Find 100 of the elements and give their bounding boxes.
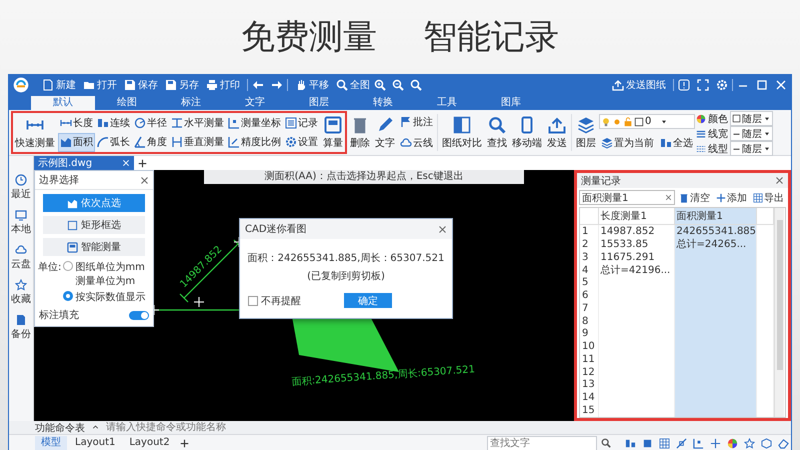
axes-icon[interactable] xyxy=(693,438,704,448)
snap-icon[interactable] xyxy=(676,438,687,448)
measure-tool-button[interactable]: 弧长 xyxy=(95,132,132,152)
zoom-in-icon[interactable] xyxy=(374,79,386,91)
record-action-button[interactable]: 导出 xyxy=(751,190,786,204)
record-action-button[interactable]: 清空 xyxy=(677,190,712,204)
ribbon-tab[interactable]: 图层 xyxy=(287,96,351,110)
text-button[interactable]: 文字 xyxy=(373,111,397,154)
ribbon-tab[interactable]: 默认 xyxy=(31,96,95,110)
layer-button[interactable]: 图层 xyxy=(574,111,598,154)
annotate-button[interactable]: 批注 xyxy=(398,114,435,130)
layout-tab[interactable]: Layout2 xyxy=(123,436,176,450)
record-name-field[interactable]: 面积测量1 xyxy=(579,190,675,205)
redo-icon[interactable] xyxy=(271,79,283,91)
measure-tool-button[interactable]: 角度 xyxy=(132,132,169,152)
scrollbar[interactable] xyxy=(774,208,784,417)
measure-tool-button[interactable]: 水平测量 xyxy=(169,113,226,132)
record-action-button[interactable]: 添加 xyxy=(714,190,749,204)
ribbon-tab[interactable]: 绘图 xyxy=(95,96,159,110)
ribbon-tab[interactable]: 文字 xyxy=(223,96,287,110)
mode-button[interactable]: 依次点选 xyxy=(43,194,145,212)
print-button[interactable]: 打印 xyxy=(203,76,243,94)
property-dropdown[interactable]: 随层 xyxy=(730,126,773,141)
zoom-out-icon[interactable] xyxy=(392,79,404,91)
quick-measure-button[interactable]: 快速测量 xyxy=(13,113,57,152)
save-as-button[interactable]: 另存 xyxy=(162,76,202,94)
send-drawing-button[interactable]: 发送图纸 xyxy=(609,76,669,94)
cloud-line-button[interactable]: 云线 xyxy=(398,135,435,152)
view-tool-button[interactable]: 发送 xyxy=(545,111,569,154)
save-button[interactable]: 保存 xyxy=(121,76,161,94)
property-dropdown[interactable]: 随层 xyxy=(730,141,773,156)
layer-dropdown[interactable]: 0 xyxy=(599,114,695,129)
view-tool-button[interactable]: 移动端 xyxy=(510,111,544,154)
confirm-button[interactable]: 确定 xyxy=(344,293,392,308)
measure-tool-button[interactable]: 测量坐标 xyxy=(226,113,283,132)
settings-icon[interactable] xyxy=(716,79,728,91)
grid-icon[interactable] xyxy=(659,438,670,448)
set-current-button[interactable]: 置为当前 xyxy=(599,135,656,151)
measure-tool-button[interactable]: 记录 xyxy=(283,113,320,132)
measure-tool-button[interactable]: 长度 xyxy=(58,113,95,132)
command-input[interactable]: 请输入快捷命令或功能名称 xyxy=(106,422,306,434)
search-icon[interactable] xyxy=(410,79,422,91)
mode-button[interactable]: 智能测量 xyxy=(43,238,145,256)
open-button[interactable]: 打开 xyxy=(80,76,120,94)
mode-button[interactable]: 矩形框选 xyxy=(43,216,145,234)
maximize-icon[interactable] xyxy=(756,79,768,91)
sidebar-item[interactable]: 备份 xyxy=(11,327,31,341)
fullscreen-icon[interactable] xyxy=(697,79,709,91)
view-tool-button[interactable]: 查找 xyxy=(485,111,509,154)
color-wheel-icon[interactable] xyxy=(727,438,738,448)
column-header[interactable]: 长度测量1 xyxy=(598,208,674,225)
layout-tab[interactable]: 模型 xyxy=(35,436,67,450)
add-tab-icon[interactable] xyxy=(138,158,147,168)
search-field[interactable]: 查找文字 xyxy=(487,436,597,450)
property-dropdown[interactable]: 随层 xyxy=(730,111,773,126)
radio-button[interactable] xyxy=(63,261,74,271)
command-list-toggle[interactable]: 功能命令表 xyxy=(35,420,85,434)
close-icon[interactable] xyxy=(140,176,149,184)
measure-tool-button[interactable]: 连续 xyxy=(95,113,132,132)
zoom-extents-button[interactable]: 全图 xyxy=(333,76,373,94)
toggle-switch[interactable] xyxy=(129,310,149,320)
ribbon-tab[interactable]: 图库 xyxy=(479,96,543,110)
star-icon[interactable] xyxy=(744,438,755,448)
measure-tool-button[interactable]: 精度比例 xyxy=(226,132,283,152)
sidebar-item[interactable]: 收藏 xyxy=(11,292,31,306)
crosshair-icon[interactable] xyxy=(710,438,721,448)
arc-icon xyxy=(97,136,109,148)
pan-button[interactable]: 平移 xyxy=(292,76,332,94)
close-icon[interactable] xyxy=(775,176,784,185)
measure-tool-button[interactable]: 垂直测量 xyxy=(169,132,226,152)
measure-tool-button[interactable]: 面积 xyxy=(58,132,95,152)
square-icon[interactable] xyxy=(642,438,653,448)
sidebar-item[interactable]: 云盘 xyxy=(11,257,31,271)
delete-button[interactable]: 删除 xyxy=(348,111,372,154)
sidebar-item[interactable]: 本地 xyxy=(11,222,31,236)
undo-icon[interactable] xyxy=(252,79,264,91)
close-icon[interactable] xyxy=(438,224,447,234)
panel-title: 测量记录 xyxy=(581,174,621,188)
measure-tool-button[interactable]: 半径 xyxy=(132,113,169,132)
measure-tool-button[interactable]: 设置 xyxy=(283,132,320,152)
select-all-button[interactable]: 全选 xyxy=(658,135,695,151)
ribbon-tab[interactable]: 标注 xyxy=(159,96,223,110)
folder-icon xyxy=(83,79,95,91)
lightbulb-icon xyxy=(601,116,611,126)
sidebar-item[interactable]: 最近 xyxy=(11,187,31,201)
column-header[interactable]: 面积测量1 xyxy=(674,208,756,225)
ribbon-tab[interactable]: 工具 xyxy=(415,96,479,110)
radio-button[interactable] xyxy=(63,291,74,301)
checkbox[interactable] xyxy=(248,296,258,306)
ribbon-tab[interactable]: 转换 xyxy=(351,96,415,110)
calculate-button[interactable]: 算量 xyxy=(321,113,345,152)
layout-tab[interactable]: Layout1 xyxy=(69,436,122,450)
view-tool-button[interactable]: 图纸对比 xyxy=(440,111,484,154)
document-tab[interactable]: 示例图.dwg xyxy=(34,156,134,170)
help-icon[interactable] xyxy=(678,79,690,91)
panel-icon xyxy=(453,116,471,134)
new-button[interactable]: 新建 xyxy=(39,76,79,94)
fill-label: 标注填充 xyxy=(39,308,79,322)
close-icon[interactable] xyxy=(665,194,672,201)
add-tab-icon[interactable] xyxy=(180,438,189,448)
